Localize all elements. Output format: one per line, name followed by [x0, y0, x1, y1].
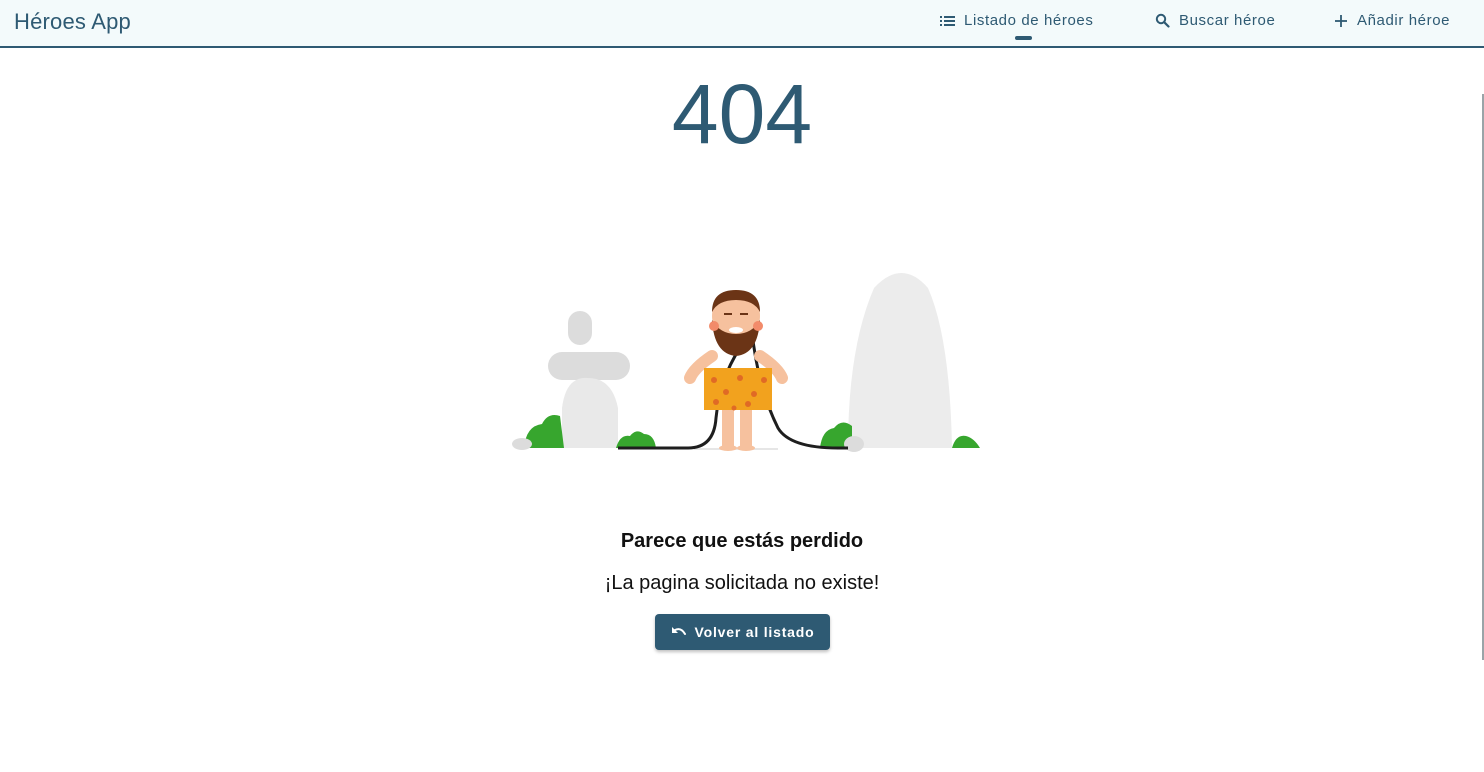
- add-icon: [1335, 14, 1347, 27]
- nav-listado-label: Listado de héroes: [964, 12, 1094, 29]
- error-code: 404: [671, 67, 813, 161]
- back-to-list-button[interactable]: Volver al listado: [655, 614, 830, 650]
- error-message: ¡La pagina solicitada no existe!: [604, 572, 880, 594]
- nav-listado-heroes[interactable]: Listado de héroes: [940, 12, 1093, 29]
- list-icon: [940, 15, 955, 26]
- back-button-label: Volver al listado: [694, 624, 815, 640]
- app-title[interactable]: Héroes App: [14, 9, 131, 35]
- undo-icon: [671, 627, 686, 635]
- nav-anadir-heroe[interactable]: Añadir héroe: [1334, 12, 1450, 29]
- error-title: Parece que estás perdido: [620, 530, 864, 552]
- active-tab-indicator: [1015, 36, 1032, 40]
- nav-buscar-heroe[interactable]: Buscar héroe: [1155, 12, 1275, 29]
- top-toolbar: Héroes App Listado de héroes Buscar héro…: [0, 0, 1484, 48]
- search-icon: [1155, 13, 1170, 28]
- nav-anadir-label: Añadir héroe: [1357, 12, 1451, 29]
- nav-buscar-label: Buscar héroe: [1179, 12, 1276, 29]
- caveman-illustration: [512, 273, 980, 452]
